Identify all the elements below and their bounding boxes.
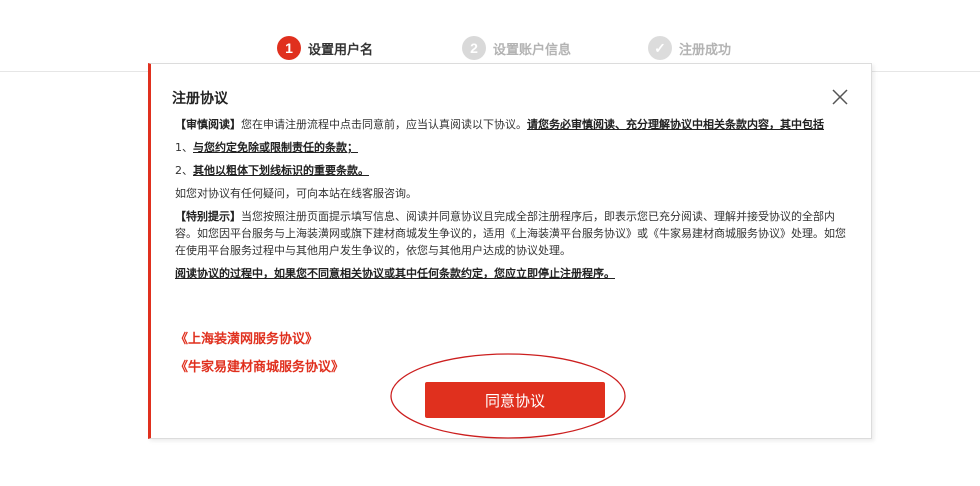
paragraph-special-notice: 【特别提示】当您按照注册页面提示填写信息、阅读并同意协议且完成全部注册程序后，即… <box>175 208 847 259</box>
item-1-prefix: 1、 <box>175 141 193 154</box>
paragraph-careful-reading: 【审慎阅读】您在申请注册流程中点击同意前，应当认真阅读以下协议。请您务必审慎阅读… <box>175 116 847 133</box>
questions-text: 如您对协议有任何疑问，可向本站在线客服咨询。 <box>175 187 417 200</box>
modal-title: 注册协议 <box>172 91 228 107</box>
special-notice-heading: 【特别提示】 <box>175 210 241 223</box>
stop-notice-text: 阅读协议的过程中，如果您不同意相关协议或其中任何条款约定，您应立即停止注册程序。 <box>175 267 615 280</box>
paragraph-questions: 如您对协议有任何疑问，可向本站在线客服咨询。 <box>175 185 847 202</box>
registration-steps: 1 设置用户名 2 设置账户信息 ✓ 注册成功 <box>0 0 980 72</box>
careful-reading-text: 您在申请注册流程中点击同意前，应当认真阅读以下协议。 <box>241 118 527 131</box>
paragraph-item-1: 1、与您约定免除或限制责任的条款； <box>175 139 847 156</box>
agree-button[interactable]: 同意协议 <box>425 382 605 418</box>
agreement-content: 【审慎阅读】您在申请注册流程中点击同意前，应当认真阅读以下协议。请您务必审慎阅读… <box>175 116 847 288</box>
checkmark-icon: ✓ <box>648 36 672 60</box>
step-label-1: 设置用户名 <box>308 42 374 58</box>
step-label-3: 注册成功 <box>679 42 732 58</box>
step-account-info: 2 设置账户信息 <box>462 36 571 60</box>
special-notice-text: 当您按照注册页面提示填写信息、阅读并同意协议且完成全部注册程序后，即表示您已充分… <box>175 210 846 257</box>
step-label-2: 设置账户信息 <box>493 42 572 58</box>
agreement-modal: 注册协议 【审慎阅读】您在申请注册流程中点击同意前，应当认真阅读以下协议。请您务… <box>148 63 872 439</box>
close-icon <box>832 89 848 105</box>
careful-reading-heading: 【审慎阅读】 <box>175 118 241 131</box>
step-register-success: ✓ 注册成功 <box>648 36 731 60</box>
paragraph-item-2: 2、其他以粗体下划线标识的重要条款。 <box>175 162 847 179</box>
link-shzh-service-agreement[interactable]: 《上海装潢网服务协议》 <box>175 328 318 347</box>
item-1-text: 与您约定免除或限制责任的条款； <box>193 141 358 154</box>
careful-reading-emphasis: 请您务必审慎阅读、充分理解协议中相关条款内容，其中包括 <box>527 118 824 131</box>
close-button[interactable] <box>831 88 849 106</box>
item-2-text: 其他以粗体下划线标识的重要条款。 <box>193 164 369 177</box>
paragraph-stop-notice: 阅读协议的过程中，如果您不同意相关协议或其中任何条款约定，您应立即停止注册程序。 <box>175 265 847 282</box>
link-njy-mall-service-agreement[interactable]: 《牛家易建材商城服务协议》 <box>175 356 344 375</box>
step-number-1: 1 <box>277 36 301 60</box>
item-2-prefix: 2、 <box>175 164 193 177</box>
step-set-username: 1 设置用户名 <box>277 36 373 60</box>
step-number-2: 2 <box>462 36 486 60</box>
